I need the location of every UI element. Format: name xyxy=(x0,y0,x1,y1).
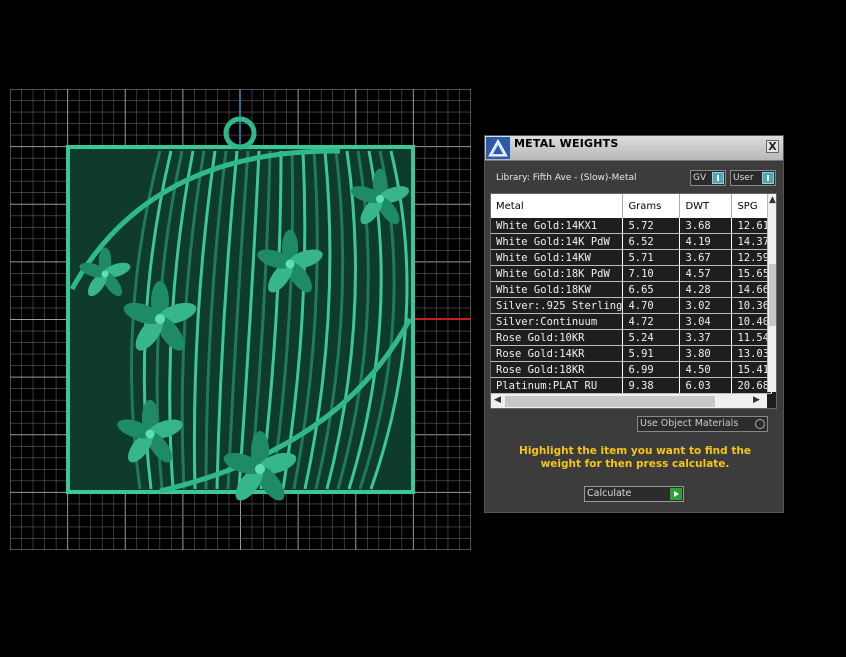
library-label: Library: Fifth Ave - (Slow)-Metal xyxy=(496,173,637,183)
metal-table-frame: Metal Grams DWT SPG White Gold:14KX1 5.72… xyxy=(490,193,777,409)
panel-title: METAL WEIGHTS xyxy=(514,137,619,150)
cell-dwt: 6.03 xyxy=(679,377,733,394)
table-row[interactable]: Rose Gold:18KR 6.99 4.50 15.41 xyxy=(491,361,773,378)
cell-metal: Silver:.925 Sterling xyxy=(491,297,624,314)
calculate-button[interactable]: Calculate xyxy=(584,486,684,502)
cell-grams: 5.71 xyxy=(622,249,681,266)
cell-dwt: 4.28 xyxy=(679,281,733,298)
scroll-up-icon[interactable]: ▲ xyxy=(769,195,776,205)
cell-grams: 6.65 xyxy=(622,281,681,298)
table-row[interactable]: Rose Gold:10KR 5.24 3.37 11.54 xyxy=(491,329,773,346)
table-row[interactable]: White Gold:18K PdW 7.10 4.57 15.65 xyxy=(491,265,773,282)
instruction-text: Highlight the item you want to find the … xyxy=(519,445,751,470)
vertical-scrollbar[interactable]: ▲ xyxy=(767,194,776,392)
cell-spg: 15.65 xyxy=(731,265,773,282)
table-row[interactable]: Silver:Continuum 4.72 3.04 10.40 xyxy=(491,313,773,330)
table-row[interactable]: White Gold:14KW 5.71 3.67 12.59 xyxy=(491,249,773,266)
table-row[interactable]: Platinum:PLAT RU 9.38 6.03 20.68 xyxy=(491,377,773,394)
cell-grams: 4.72 xyxy=(622,313,681,330)
cell-metal: White Gold:14KX1 xyxy=(491,218,624,234)
triangle-logo-icon xyxy=(486,137,510,159)
panel-titlebar[interactable]: METAL WEIGHTS X xyxy=(485,136,783,161)
play-icon xyxy=(670,488,682,500)
scroll-left-icon[interactable]: ◀ xyxy=(494,395,501,405)
cell-grams: 5.91 xyxy=(622,345,681,362)
table-header-row: Metal Grams DWT SPG xyxy=(491,194,773,218)
cell-grams: 5.24 xyxy=(622,329,681,346)
pendant-model[interactable] xyxy=(66,116,415,505)
cell-spg: 14.37 xyxy=(731,233,773,250)
gv-toggle-label: GV xyxy=(693,173,707,183)
column-header-spg[interactable]: SPG xyxy=(731,194,773,218)
vertical-scroll-thumb[interactable] xyxy=(769,264,776,326)
cell-dwt: 3.68 xyxy=(679,218,733,234)
cell-dwt: 3.04 xyxy=(679,313,733,330)
toggle-knob-icon xyxy=(712,172,724,184)
scroll-right-icon[interactable]: ▶ xyxy=(753,395,760,405)
cell-metal: White Gold:14KW xyxy=(491,249,624,266)
cell-dwt: 3.80 xyxy=(679,345,733,362)
cell-spg: 10.40 xyxy=(731,313,773,330)
table-row[interactable]: Silver:.925 Sterling 4.70 3.02 10.36 xyxy=(491,297,773,314)
table-row[interactable]: White Gold:14K PdW 6.52 4.19 14.37 xyxy=(491,233,773,250)
cell-dwt: 4.19 xyxy=(679,233,733,250)
horizontal-scrollbar[interactable]: ◀ ▶ xyxy=(491,393,767,408)
cell-metal: Platinum:PLAT RU xyxy=(491,377,624,394)
user-toggle-label: User xyxy=(733,173,754,183)
cell-metal: White Gold:14K PdW xyxy=(491,233,624,250)
cell-spg: 11.54 xyxy=(731,329,773,346)
gv-toggle[interactable]: GV xyxy=(690,170,726,186)
cell-dwt: 4.50 xyxy=(679,361,733,378)
cell-grams: 6.99 xyxy=(622,361,681,378)
cell-metal: White Gold:18KW xyxy=(491,281,624,298)
table-row[interactable]: White Gold:18KW 6.65 4.28 14.66 xyxy=(491,281,773,298)
user-toggle[interactable]: User xyxy=(730,170,776,186)
cell-spg: 12.59 xyxy=(731,249,773,266)
3d-viewport[interactable] xyxy=(10,89,471,550)
metal-table: Metal Grams DWT SPG White Gold:14KX1 5.72… xyxy=(491,194,773,394)
calculate-label: Calculate xyxy=(587,488,632,499)
cell-dwt: 3.67 xyxy=(679,249,733,266)
cell-spg: 14.66 xyxy=(731,281,773,298)
cell-spg: 12.61 xyxy=(731,218,773,234)
cell-grams: 9.38 xyxy=(622,377,681,394)
cell-dwt: 3.37 xyxy=(679,329,733,346)
cell-metal: White Gold:18K PdW xyxy=(491,265,624,282)
table-row[interactable]: White Gold:14KX1 5.72 3.68 12.61 xyxy=(491,218,773,234)
cell-grams: 5.72 xyxy=(622,218,681,234)
cell-spg: 10.36 xyxy=(731,297,773,314)
column-header-dwt[interactable]: DWT xyxy=(679,194,733,218)
cell-spg: 15.41 xyxy=(731,361,773,378)
toggle-knob-icon xyxy=(762,172,774,184)
cell-metal: Rose Gold:14KR xyxy=(491,345,624,362)
column-header-metal[interactable]: Metal xyxy=(491,194,624,218)
cell-grams: 7.10 xyxy=(622,265,681,282)
column-header-grams[interactable]: Grams xyxy=(622,194,681,218)
use-object-materials-toggle[interactable]: Use Object Materials xyxy=(637,416,768,432)
cell-grams: 4.70 xyxy=(622,297,681,314)
use-object-materials-label: Use Object Materials xyxy=(640,418,739,429)
cell-spg: 13.03 xyxy=(731,345,773,362)
cell-spg: 20.68 xyxy=(731,377,773,394)
horizontal-scroll-thumb[interactable] xyxy=(505,396,715,407)
metal-weights-panel: METAL WEIGHTS X Library: Fifth Ave - (Sl… xyxy=(484,135,784,513)
cell-metal: Rose Gold:10KR xyxy=(491,329,624,346)
cell-grams: 6.52 xyxy=(622,233,681,250)
table-row[interactable]: Rose Gold:14KR 5.91 3.80 13.03 xyxy=(491,345,773,362)
cell-dwt: 4.57 xyxy=(679,265,733,282)
close-button[interactable]: X xyxy=(766,140,779,153)
cell-dwt: 3.02 xyxy=(679,297,733,314)
cell-metal: Rose Gold:18KR xyxy=(491,361,624,378)
close-icon: X xyxy=(768,140,777,153)
cell-metal: Silver:Continuum xyxy=(491,313,624,330)
radio-icon xyxy=(755,419,765,429)
